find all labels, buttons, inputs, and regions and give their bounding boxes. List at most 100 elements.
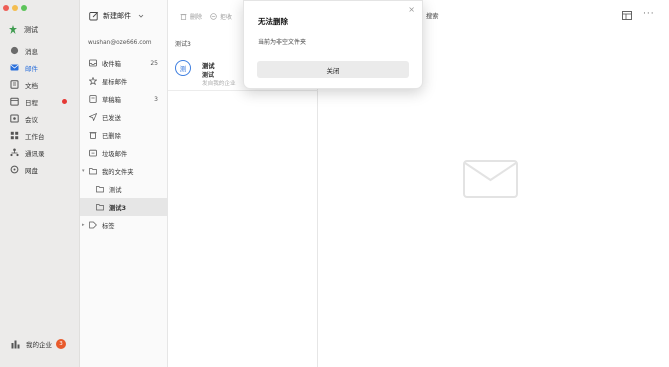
window-controls [3,5,27,11]
delete-button[interactable]: 删除 [180,12,202,21]
nav-item-contacts[interactable]: 通讯录 [5,145,75,160]
folder-test3[interactable]: 测试3 [80,198,168,216]
org-name: 测试 [24,26,38,34]
nav-item-docs[interactable]: 文档 [5,77,75,92]
calendar-icon [10,97,19,106]
layout-toggle-button[interactable] [622,11,632,22]
app-nav: 消息 邮件 文档 日程 会议 工作台 通讯录 网盘 [5,43,75,179]
org-logo-icon [9,25,17,34]
nav-item-label: 邮件 [25,64,38,73]
folder-label: 收件箱 [102,60,121,68]
close-window-button[interactable] [3,5,9,11]
meeting-icon [10,114,19,123]
folder-count: 25 [150,59,158,67]
dialog-message: 当前为非空文件夹 [258,39,307,46]
folder-label: 测试3 [109,204,126,212]
folder-label: 我的文件夹 [102,168,134,176]
more-menu-button[interactable]: ··· [643,9,655,19]
reject-button[interactable]: 拒收 [210,12,232,21]
folder-tags[interactable]: ▸ 标签 [80,216,168,234]
spam-icon [89,149,97,157]
folder-label: 已发送 [102,114,121,122]
caret-down-icon[interactable]: ▾ [82,168,85,174]
unread-dot [62,99,67,104]
nav-item-label: 文档 [25,81,38,90]
chevron-down-icon [138,14,144,18]
mail-preview: 发自我的企业 [202,81,236,87]
search-field[interactable]: 搜索 [426,11,439,20]
mail-subject: 测试 [202,72,215,79]
folder-label: 草稿箱 [102,96,121,104]
reject-label: 拒收 [220,14,233,21]
folder-sent[interactable]: 已发送 [80,108,168,126]
folder-test[interactable]: 测试 [80,180,168,198]
zoom-window-button[interactable] [21,5,27,11]
compose-button[interactable]: 新建邮件 [89,11,144,21]
nav-item-label: 工作台 [25,132,45,141]
close-button[interactable]: 关闭 [257,61,409,78]
my-enterprise[interactable]: 我的企业 3 [11,339,66,349]
alert-dialog: × 无法删除 当前为非空文件夹 关闭 [243,0,423,89]
avatar: 测 [175,60,191,76]
nav-item-calendar[interactable]: 日程 [5,94,75,109]
disk-icon [10,165,19,174]
folder-count: 3 [154,95,158,103]
folder-my-folders[interactable]: ▾ 我的文件夹 [80,162,168,180]
folder-spam[interactable]: 垃圾邮件 [80,144,168,162]
dialog-title: 无法删除 [258,17,288,26]
folder-drafts[interactable]: 草稿箱 3 [80,90,168,108]
doc-icon [10,80,19,89]
list-title: 测试3 [175,41,191,48]
compose-label: 新建邮件 [103,12,131,20]
send-icon [89,113,97,121]
close-icon[interactable]: × [408,5,415,14]
tag-icon [89,221,97,229]
org-switcher[interactable]: 测试 [8,25,38,35]
nav-item-messages[interactable]: 消息 [5,43,75,58]
layout-icon [622,11,632,20]
folder-inbox[interactable]: 收件箱 25 [80,54,168,72]
folder-label: 垃圾邮件 [102,150,128,158]
nav-item-label: 消息 [25,47,38,56]
nav-item-mail[interactable]: 邮件 [5,60,75,75]
star-icon [89,77,97,85]
folder-list: 收件箱 25 星标邮件 草稿箱 3 已发送 已删除 垃圾邮件 ▾ 我的文件夹 测… [80,54,168,234]
inbox-icon [89,59,97,67]
contacts-icon [10,148,19,157]
compose-icon [89,11,99,21]
nav-item-workbench[interactable]: 工作台 [5,128,75,143]
draft-icon [89,95,97,103]
nav-item-label: 日程 [25,98,38,107]
nav-item-label: 网盘 [25,166,38,175]
nav-item-label: 通讯录 [25,149,45,158]
folder-trash[interactable]: 已删除 [80,126,168,144]
trash-icon [180,14,187,20]
trash-icon [89,131,97,139]
caret-right-icon[interactable]: ▸ [82,222,85,228]
nav-item-label: 会议 [25,115,38,124]
app-sidebar: 测试 消息 邮件 文档 日程 会议 工作台 通讯录 网盘 我的企业 3 [0,0,80,367]
folder-label: 测试 [109,186,122,194]
minimize-window-button[interactable] [12,5,18,11]
nav-item-disk[interactable]: 网盘 [5,162,75,177]
folder-icon [96,203,104,211]
more-icon: ··· [643,9,655,19]
delete-label: 删除 [190,14,203,21]
folder-label: 标签 [102,222,115,230]
folder-label: 已删除 [102,132,121,140]
account-email: wushan@oze666.com [88,40,152,46]
folder-label: 星标邮件 [102,78,128,86]
folder-starred[interactable]: 星标邮件 [80,72,168,90]
folder-panel: 新建邮件 wushan@oze666.com 收件箱 25 星标邮件 草稿箱 3… [80,0,168,367]
nav-item-meeting[interactable]: 会议 [5,111,75,126]
apps-icon [10,131,19,140]
block-icon [210,13,217,20]
mail-sender: 测试 [202,63,215,70]
folder-icon [96,185,104,193]
my-enterprise-label: 我的企业 [26,341,52,349]
message-icon [10,46,19,55]
search-label: 搜索 [426,13,439,20]
mail-icon [10,63,19,72]
folder-icon [89,167,97,175]
notification-badge: 3 [56,339,66,349]
